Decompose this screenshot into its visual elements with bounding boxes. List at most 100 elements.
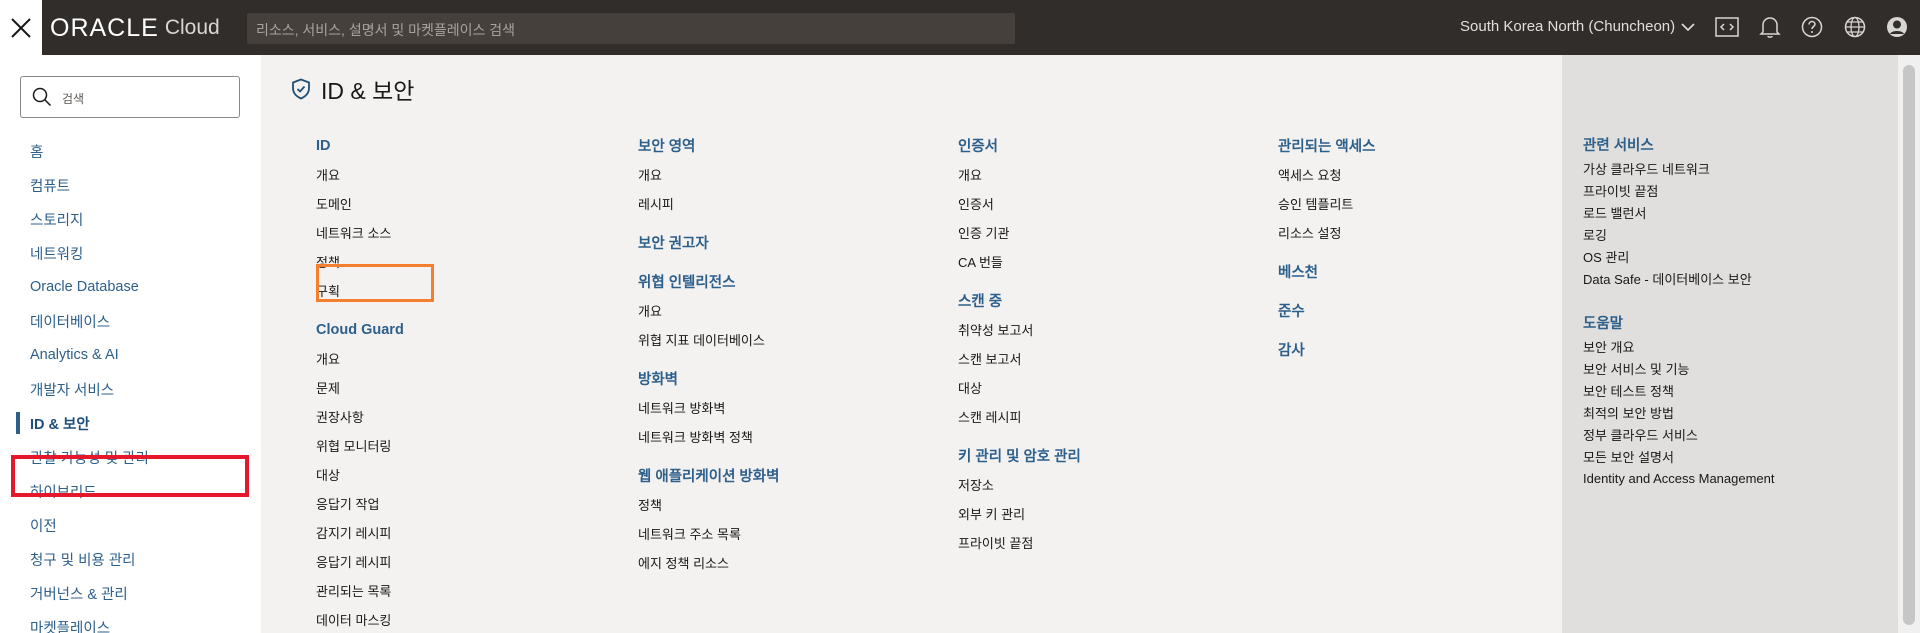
sidebar-item-billing[interactable]: 청구 및 비용 관리 — [0, 542, 261, 576]
section-head-compliance[interactable]: 준수 — [1278, 296, 1578, 325]
section-head-bastion[interactable]: 베스천 — [1278, 257, 1578, 286]
menu-link[interactable]: 취약성 보고서 — [958, 315, 1258, 344]
menu-link[interactable]: 인증서 — [958, 189, 1258, 218]
menu-link[interactable]: 저장소 — [958, 470, 1258, 499]
menu-link[interactable]: 개요 — [316, 160, 616, 189]
section-head-audit[interactable]: 감사 — [1278, 335, 1578, 364]
menu-link[interactable]: 개요 — [638, 296, 938, 325]
oracle-cloud-logo[interactable]: ORACLE Cloud — [50, 14, 220, 42]
help-link[interactable]: 보안 개요 — [1583, 335, 1775, 357]
sidebar-item-home[interactable]: 홈 — [0, 134, 261, 168]
related-panel: 관련 서비스 가상 클라우드 네트워크 프라이빗 끝점 로드 밸런서 로깅 OS… — [1562, 55, 1898, 633]
sidebar-item-analytics-ai[interactable]: Analytics & AI — [0, 338, 261, 372]
menu-link[interactable]: 문제 — [316, 373, 616, 402]
sidebar-item-governance[interactable]: 거버넌스 & 관리 — [0, 576, 261, 610]
section-head-cloud-guard[interactable]: Cloud Guard — [316, 315, 616, 344]
sidebar-item-oracle-database[interactable]: Oracle Database — [0, 270, 261, 304]
section-head-managed-access[interactable]: 관리되는 액세스 — [1278, 131, 1578, 160]
menu-link[interactable]: 응답기 레시피 — [316, 547, 616, 576]
section-head-security-advisor[interactable]: 보안 권고자 — [638, 228, 938, 257]
menu-link[interactable]: 네트워크 방화벽 정책 — [638, 422, 938, 451]
profile-button[interactable] — [1885, 15, 1909, 39]
menu-link[interactable]: 개요 — [638, 160, 938, 189]
help-link[interactable]: 정부 클라우드 서비스 — [1583, 423, 1775, 445]
help-link[interactable]: 최적의 보안 방법 — [1583, 401, 1775, 423]
close-icon — [11, 17, 31, 38]
menu-link[interactable]: 스캔 보고서 — [958, 344, 1258, 373]
section-head-firewall[interactable]: 방화벽 — [638, 364, 938, 393]
menu-link[interactable]: 네트워크 방화벽 — [638, 393, 938, 422]
related-link[interactable]: 가상 클라우드 네트워크 — [1583, 157, 1775, 179]
menu-link[interactable]: 대상 — [316, 460, 616, 489]
code-editor-icon — [1715, 17, 1739, 37]
search-icon — [32, 87, 52, 107]
menu-link[interactable]: 데이터 마스킹 — [316, 605, 616, 633]
section-head-threat-intelligence[interactable]: 위협 인텔리전스 — [638, 267, 938, 296]
menu-link[interactable]: 정책 — [316, 247, 616, 276]
section-head-certificates[interactable]: 인증서 — [958, 131, 1258, 160]
help-heading: 도움말 — [1583, 315, 1624, 332]
sidebar-item-observability[interactable]: 관찰 가능성 및 관리 — [0, 440, 261, 474]
menu-link[interactable]: 대상 — [958, 373, 1258, 402]
close-menu-button[interactable] — [0, 0, 42, 55]
section-head-key-management[interactable]: 키 관리 및 암호 관리 — [958, 441, 1258, 470]
sidebar-item-marketplace[interactable]: 마켓플레이스 — [0, 610, 261, 633]
sidebar-search-input[interactable]: 검색 — [20, 76, 240, 118]
menu-link[interactable]: 위협 모니터링 — [316, 431, 616, 460]
menu-link[interactable]: 권장사항 — [316, 402, 616, 431]
menu-link[interactable]: 개요 — [958, 160, 1258, 189]
section-head-scanning[interactable]: 스캔 중 — [958, 286, 1258, 315]
menu-link[interactable]: 정책 — [638, 490, 938, 519]
help-link[interactable]: 보안 테스트 정책 — [1583, 379, 1775, 401]
menu-link[interactable]: 네트워크 주소 목록 — [638, 519, 938, 548]
help-link[interactable]: 보안 서비스 및 기능 — [1583, 357, 1775, 379]
menu-link[interactable]: 응답기 작업 — [316, 489, 616, 518]
menu-link[interactable]: 프라이빗 끝점 — [958, 528, 1258, 557]
menu-link[interactable]: 도메인 — [316, 189, 616, 218]
menu-link[interactable]: 에지 정책 리소스 — [638, 548, 938, 577]
menu-link[interactable]: 관리되는 목록 — [316, 576, 616, 605]
related-link[interactable]: 로드 밸런서 — [1583, 201, 1775, 223]
sidebar-item-networking[interactable]: 네트워킹 — [0, 236, 261, 270]
page-scrollbar[interactable] — [1898, 55, 1920, 633]
sidebar-nav: 홈 컴퓨트 스토리지 네트워킹 Oracle Database 데이터베이스 A… — [0, 134, 261, 633]
notifications-button[interactable] — [1758, 15, 1782, 39]
section-head-waf[interactable]: 웹 애플리케이션 방화벽 — [638, 461, 938, 490]
scrollbar-thumb[interactable] — [1903, 65, 1915, 625]
menu-link[interactable]: 리소스 설정 — [1278, 218, 1578, 247]
language-button[interactable] — [1843, 15, 1867, 39]
sidebar-item-migration[interactable]: 이전 — [0, 508, 261, 542]
menu-link[interactable]: 승인 템플리트 — [1278, 189, 1578, 218]
sidebar-item-label: 홈 — [30, 144, 44, 161]
help-button[interactable] — [1800, 15, 1824, 39]
sidebar-item-identity-security[interactable]: ID & 보안 — [0, 406, 261, 440]
related-link[interactable]: 로깅 — [1583, 223, 1775, 245]
menu-link[interactable]: 감지기 레시피 — [316, 518, 616, 547]
menu-link-compartments[interactable]: 구획 — [316, 276, 616, 305]
help-link[interactable]: 모든 보안 설명서 — [1583, 445, 1775, 467]
sidebar-item-hybrid[interactable]: 하이브리드 — [0, 474, 261, 508]
menu-link[interactable]: 외부 키 관리 — [958, 499, 1258, 528]
region-selector[interactable]: South Korea North (Chuncheon) — [1460, 18, 1695, 35]
sidebar-item-storage[interactable]: 스토리지 — [0, 202, 261, 236]
section-head-identity[interactable]: ID — [316, 131, 616, 160]
section-head-security-zones[interactable]: 보안 영역 — [638, 131, 938, 160]
menu-link[interactable]: 위협 지표 데이터베이스 — [638, 325, 938, 354]
related-link[interactable]: Data Safe - 데이터베이스 보안 — [1583, 267, 1775, 289]
menu-link[interactable]: 액세스 요청 — [1278, 160, 1578, 189]
code-editor-button[interactable] — [1715, 15, 1739, 39]
menu-link[interactable]: 스캔 레시피 — [958, 402, 1258, 431]
global-search-input[interactable]: 리소스, 서비스, 설명서 및 마켓플레이스 검색 — [247, 13, 1015, 44]
menu-link[interactable]: 인증 기관 — [958, 218, 1258, 247]
region-label: South Korea North (Chuncheon) — [1460, 18, 1676, 35]
menu-link[interactable]: 레시피 — [638, 189, 938, 218]
sidebar-item-databases[interactable]: 데이터베이스 — [0, 304, 261, 338]
menu-link[interactable]: 네트워크 소스 — [316, 218, 616, 247]
menu-link[interactable]: CA 번들 — [958, 247, 1258, 276]
menu-link[interactable]: 개요 — [316, 344, 616, 373]
help-link[interactable]: Identity and Access Management — [1583, 467, 1775, 489]
related-link[interactable]: 프라이빗 끝점 — [1583, 179, 1775, 201]
related-link[interactable]: OS 관리 — [1583, 245, 1775, 267]
sidebar-item-developer-services[interactable]: 개발자 서비스 — [0, 372, 261, 406]
sidebar-item-compute[interactable]: 컴퓨트 — [0, 168, 261, 202]
